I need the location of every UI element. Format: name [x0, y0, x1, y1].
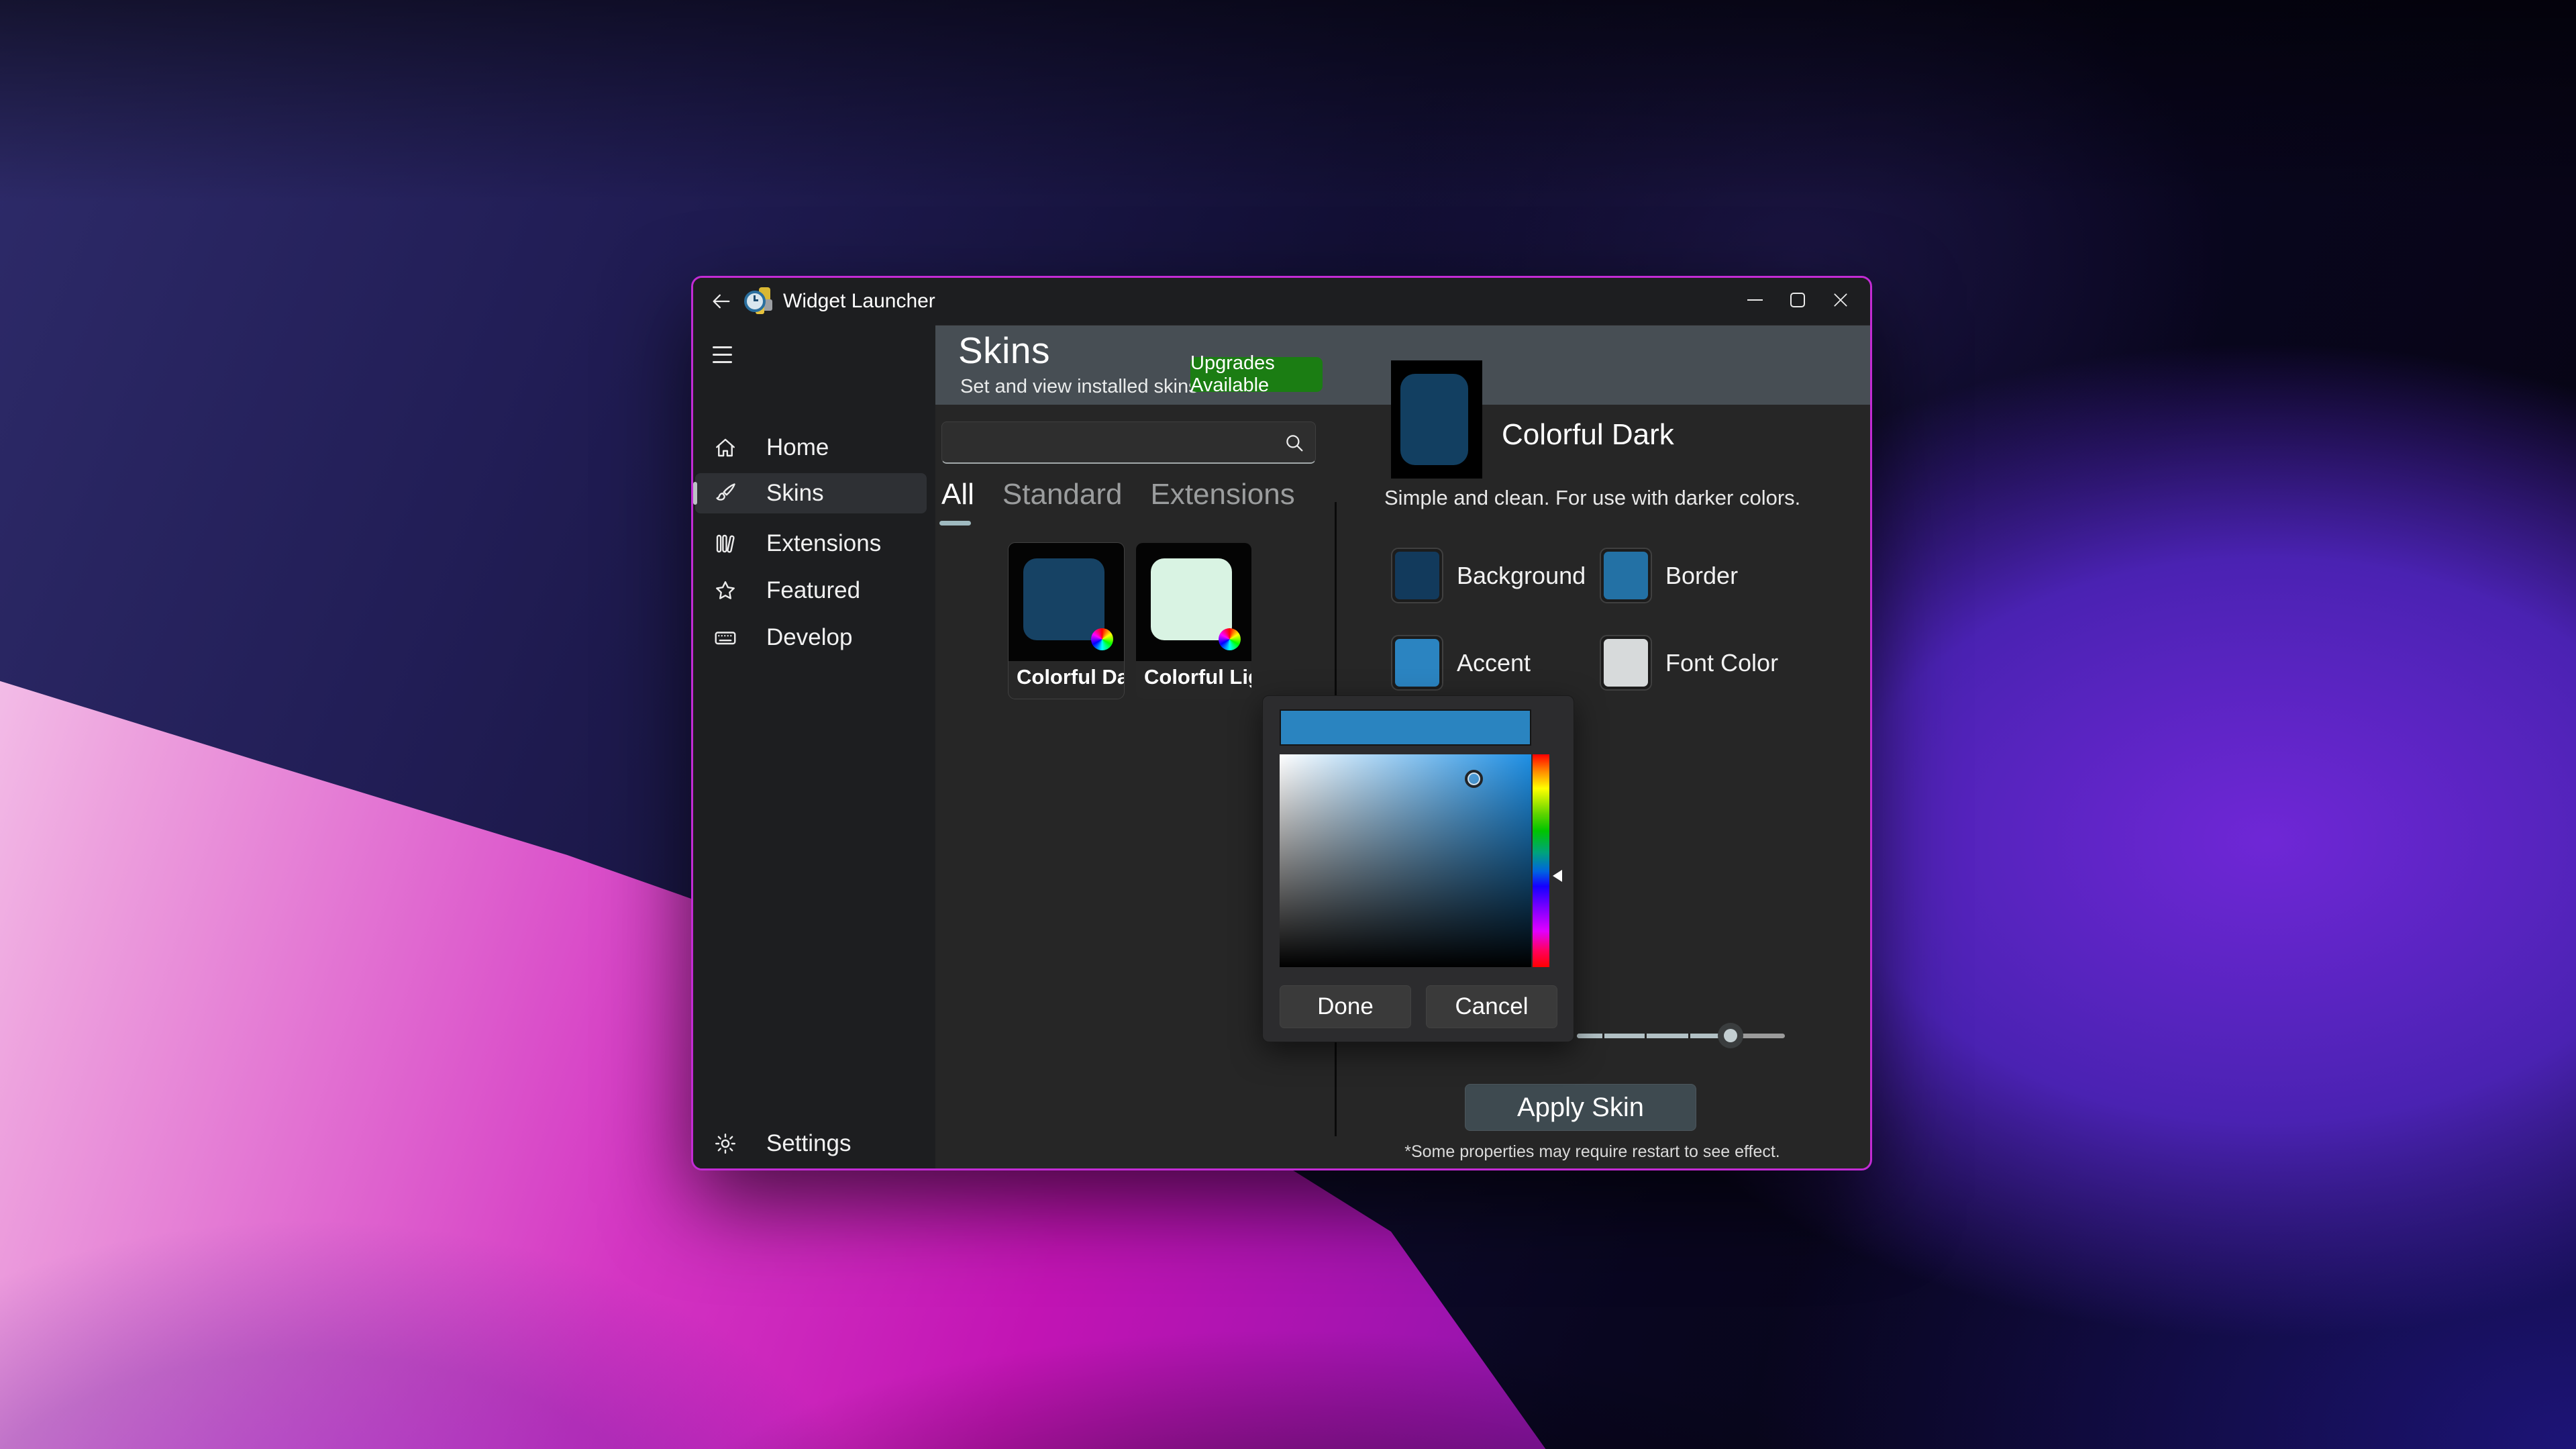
- color-wheel-icon: [1219, 628, 1241, 650]
- books-icon: [713, 532, 737, 556]
- sidebar-item-label: Develop: [766, 624, 852, 651]
- page-title: Skins: [958, 329, 1050, 372]
- skin-thumbnail: [1136, 543, 1251, 661]
- restart-footnote: *Some properties may require restart to …: [1391, 1142, 1794, 1162]
- border-color-swatch[interactable]: [1600, 548, 1652, 603]
- maximize-button[interactable]: [1776, 283, 1819, 317]
- swatch-label: Accent: [1457, 649, 1531, 677]
- sidebar-item-label: Skins: [766, 480, 824, 507]
- hue-strip[interactable]: [1533, 754, 1549, 967]
- upgrades-available-button[interactable]: Upgrades Available: [1190, 357, 1323, 392]
- sidebar-item-develop[interactable]: Develop: [695, 617, 927, 658]
- accent-color-swatch[interactable]: [1391, 635, 1443, 691]
- hamburger-menu-button[interactable]: [705, 340, 739, 369]
- sidebar-item-featured[interactable]: Featured: [695, 570, 927, 611]
- active-tab-indicator: [939, 521, 971, 526]
- page-subtitle: Set and view installed skins: [960, 376, 1198, 398]
- titlebar: Widget Launcher: [693, 278, 1870, 325]
- swatch-label: Background: [1457, 562, 1586, 590]
- window-controls: [1733, 283, 1862, 317]
- skin-card-list: Colorful Dark Colorful Light: [1009, 543, 1251, 699]
- color-selector-ring[interactable]: [1465, 770, 1483, 788]
- sidebar-item-home[interactable]: Home: [695, 428, 927, 468]
- color-wheel-icon: [1091, 628, 1113, 650]
- keyboard-icon: [713, 626, 737, 650]
- tab-standard[interactable]: Standard: [1002, 478, 1123, 511]
- paintbrush-icon: [713, 481, 737, 505]
- saturation-value-area[interactable]: [1280, 754, 1531, 967]
- sidebar-item-label: Settings: [766, 1130, 851, 1157]
- sidebar-item-label: Featured: [766, 577, 860, 604]
- swatch-background: Background: [1391, 548, 1586, 603]
- desktop: Widget Launcher Home: [0, 0, 2576, 1449]
- background-color-swatch[interactable]: [1391, 548, 1443, 603]
- search-input[interactable]: [951, 422, 1274, 461]
- sidebar-item-label: Home: [766, 434, 829, 461]
- back-button[interactable]: [705, 287, 737, 316]
- skin-card-colorful-dark[interactable]: Colorful Dark: [1009, 543, 1124, 699]
- gear-icon: [713, 1132, 737, 1156]
- skin-card-label: Colorful Light: [1144, 665, 1251, 689]
- close-button[interactable]: [1819, 283, 1862, 317]
- hue-marker[interactable]: [1553, 870, 1562, 882]
- home-icon: [713, 436, 737, 460]
- swatch-font-color: Font Color: [1600, 635, 1778, 691]
- swatch-label: Font Color: [1665, 649, 1778, 677]
- skin-card-colorful-light[interactable]: Colorful Light: [1136, 543, 1251, 699]
- swatch-accent: Accent: [1391, 635, 1531, 691]
- swatch-border: Border: [1600, 548, 1738, 603]
- opacity-slider-thumb[interactable]: [1718, 1023, 1743, 1048]
- swatch-label: Border: [1665, 562, 1738, 590]
- minimize-button[interactable]: [1733, 283, 1776, 317]
- selected-skin-title: Colorful Dark: [1502, 418, 1674, 452]
- skin-filter-tabs: All Standard Extensions: [941, 478, 1295, 511]
- skin-thumbnail: [1009, 543, 1124, 661]
- color-picker-popup: Done Cancel: [1262, 695, 1574, 1042]
- star-icon: [713, 579, 737, 603]
- selected-skin-thumbnail: [1391, 360, 1482, 479]
- selection-indicator: [693, 482, 697, 505]
- sidebar-item-extensions[interactable]: Extensions: [695, 523, 927, 564]
- app-icon: [744, 286, 775, 317]
- cancel-button[interactable]: Cancel: [1426, 985, 1557, 1028]
- app-window: Widget Launcher Home: [691, 276, 1872, 1170]
- tab-extensions[interactable]: Extensions: [1150, 478, 1294, 511]
- search-icon[interactable]: [1283, 432, 1306, 458]
- sidebar-item-settings[interactable]: Settings: [695, 1123, 927, 1164]
- done-button[interactable]: Done: [1280, 985, 1411, 1028]
- window-title: Widget Launcher: [783, 278, 935, 325]
- skin-card-label: Colorful Dark: [1017, 665, 1124, 689]
- apply-skin-button[interactable]: Apply Skin: [1465, 1084, 1696, 1131]
- selected-skin-description: Simple and clean. For use with darker co…: [1384, 486, 1800, 510]
- color-preview-bar: [1280, 709, 1531, 746]
- sidebar-item-label: Extensions: [766, 530, 881, 557]
- sidebar: Home Skins Extensions Featured: [693, 325, 935, 1170]
- opacity-slider-track[interactable]: [1577, 1034, 1785, 1038]
- font-color-swatch[interactable]: [1600, 635, 1652, 691]
- search-box: [941, 421, 1316, 464]
- sidebar-item-skins[interactable]: Skins: [695, 473, 927, 513]
- tab-all[interactable]: All: [941, 478, 974, 511]
